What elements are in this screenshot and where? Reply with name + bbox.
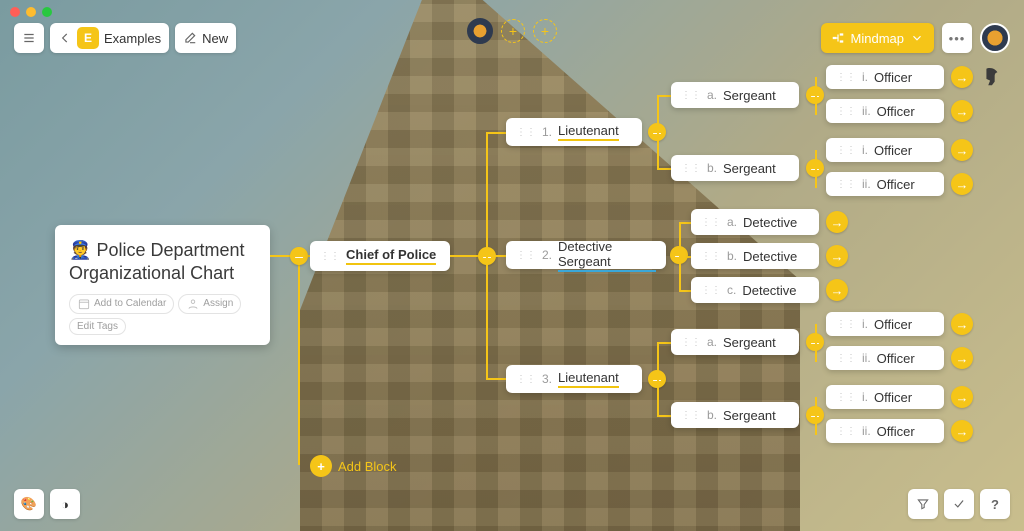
drag-handle-icon[interactable]: ⋮⋮ xyxy=(701,285,721,296)
edge xyxy=(679,222,691,224)
drag-handle-icon[interactable]: ⋮⋮ xyxy=(836,353,856,364)
add-block-label: Add Block xyxy=(338,459,397,474)
drag-handle-icon[interactable]: ⋮⋮ xyxy=(681,410,701,421)
edge xyxy=(657,95,659,170)
node-sergeant[interactable]: ⋮⋮a.Sergeant xyxy=(671,329,799,355)
expand-button[interactable]: → xyxy=(826,245,848,267)
edge xyxy=(815,77,817,115)
drag-handle-icon[interactable]: ⋮⋮ xyxy=(836,392,856,403)
drag-handle-icon[interactable]: ⋮⋮ xyxy=(701,217,721,228)
expand-button[interactable]: → xyxy=(951,420,973,442)
node-lieutenant-1[interactable]: ⋮⋮ 1. Lieutenant xyxy=(506,118,642,146)
node-officer[interactable]: ⋮⋮i.Officer xyxy=(826,385,944,409)
theme-button[interactable]: 🎨 xyxy=(14,489,44,519)
node-sergeant[interactable]: ⋮⋮b.Sergeant xyxy=(671,155,799,181)
node-sergeant[interactable]: ⋮⋮a.Sergeant xyxy=(671,82,799,108)
done-button[interactable] xyxy=(944,489,974,519)
node-detective-sergeant[interactable]: ⋮⋮ 2. Detective Sergeant xyxy=(506,241,666,269)
node-officer[interactable]: ⋮⋮i.Officer xyxy=(826,65,944,89)
expand-button[interactable]: → xyxy=(951,139,973,161)
drag-handle-icon[interactable]: ⋮⋮ xyxy=(836,179,856,190)
spartan-helmet-icon xyxy=(980,66,1002,88)
node-officer[interactable]: ⋮⋮ii.Officer xyxy=(826,419,944,443)
drag-handle-icon[interactable]: ⋮⋮ xyxy=(701,251,721,262)
node-officer[interactable]: ⋮⋮ii.Officer xyxy=(826,172,944,196)
edge xyxy=(486,378,506,380)
expand-button[interactable]: → xyxy=(826,211,848,233)
edge xyxy=(657,168,671,170)
collapse-toggle[interactable]: – xyxy=(290,247,308,265)
add-block-button[interactable]: + Add Block xyxy=(310,455,397,477)
drag-handle-icon[interactable]: ⋮⋮ xyxy=(836,106,856,117)
node-officer[interactable]: ⋮⋮i.Officer xyxy=(826,138,944,162)
edge xyxy=(679,256,691,258)
dark-mode-button[interactable]: ◑ xyxy=(50,489,80,519)
edge xyxy=(657,342,659,417)
question-icon: ? xyxy=(991,497,999,512)
expand-button[interactable]: → xyxy=(951,347,973,369)
filter-icon xyxy=(916,497,930,511)
node-officer[interactable]: ⋮⋮i.Officer xyxy=(826,312,944,336)
node-officer[interactable]: ⋮⋮ii.Officer xyxy=(826,99,944,123)
moon-icon: ◑ xyxy=(61,497,69,512)
drag-handle-icon[interactable]: ⋮⋮ xyxy=(516,250,536,261)
edge xyxy=(657,95,671,97)
mindmap-canvas[interactable]: – ⋮⋮ Chief of Police – ⋮⋮ 1. Lieutenant … xyxy=(0,0,1024,531)
drag-handle-icon[interactable]: ⋮⋮ xyxy=(836,145,856,156)
edge xyxy=(815,324,817,362)
node-officer[interactable]: ⋮⋮ii.Officer xyxy=(826,346,944,370)
check-icon xyxy=(952,497,966,511)
drag-handle-icon[interactable]: ⋮⋮ xyxy=(681,90,701,101)
drag-handle-icon[interactable]: ⋮⋮ xyxy=(836,319,856,330)
drag-handle-icon[interactable]: ⋮⋮ xyxy=(836,426,856,437)
expand-button[interactable]: → xyxy=(826,279,848,301)
drag-handle-icon[interactable]: ⋮⋮ xyxy=(836,72,856,83)
node-detective[interactable]: ⋮⋮b.Detective xyxy=(691,243,819,269)
drag-handle-icon[interactable]: ⋮⋮ xyxy=(516,127,536,138)
help-button[interactable]: ? xyxy=(980,489,1010,519)
edge xyxy=(657,342,671,344)
edge xyxy=(679,290,691,292)
expand-button[interactable]: → xyxy=(951,173,973,195)
drag-handle-icon[interactable]: ⋮⋮ xyxy=(320,251,340,262)
edge xyxy=(657,415,671,417)
plus-icon: + xyxy=(310,455,332,477)
palette-icon: 🎨 xyxy=(21,496,37,512)
drag-handle-icon[interactable]: ⋮⋮ xyxy=(681,163,701,174)
node-sergeant[interactable]: ⋮⋮b.Sergeant xyxy=(671,402,799,428)
node-detective[interactable]: ⋮⋮c.Detective xyxy=(691,277,819,303)
edge xyxy=(815,397,817,435)
edge xyxy=(815,150,817,188)
expand-button[interactable]: → xyxy=(951,100,973,122)
edge xyxy=(486,255,506,257)
node-chief-of-police[interactable]: ⋮⋮ Chief of Police xyxy=(310,241,450,271)
expand-button[interactable]: → xyxy=(951,66,973,88)
edge xyxy=(298,255,300,465)
drag-handle-icon[interactable]: ⋮⋮ xyxy=(516,374,536,385)
expand-button[interactable]: → xyxy=(951,313,973,335)
drag-handle-icon[interactable]: ⋮⋮ xyxy=(681,337,701,348)
node-detective[interactable]: ⋮⋮a.Detective xyxy=(691,209,819,235)
edge xyxy=(486,132,506,134)
expand-button[interactable]: → xyxy=(951,386,973,408)
filter-button[interactable] xyxy=(908,489,938,519)
node-lieutenant-3[interactable]: ⋮⋮ 3. Lieutenant xyxy=(506,365,642,393)
